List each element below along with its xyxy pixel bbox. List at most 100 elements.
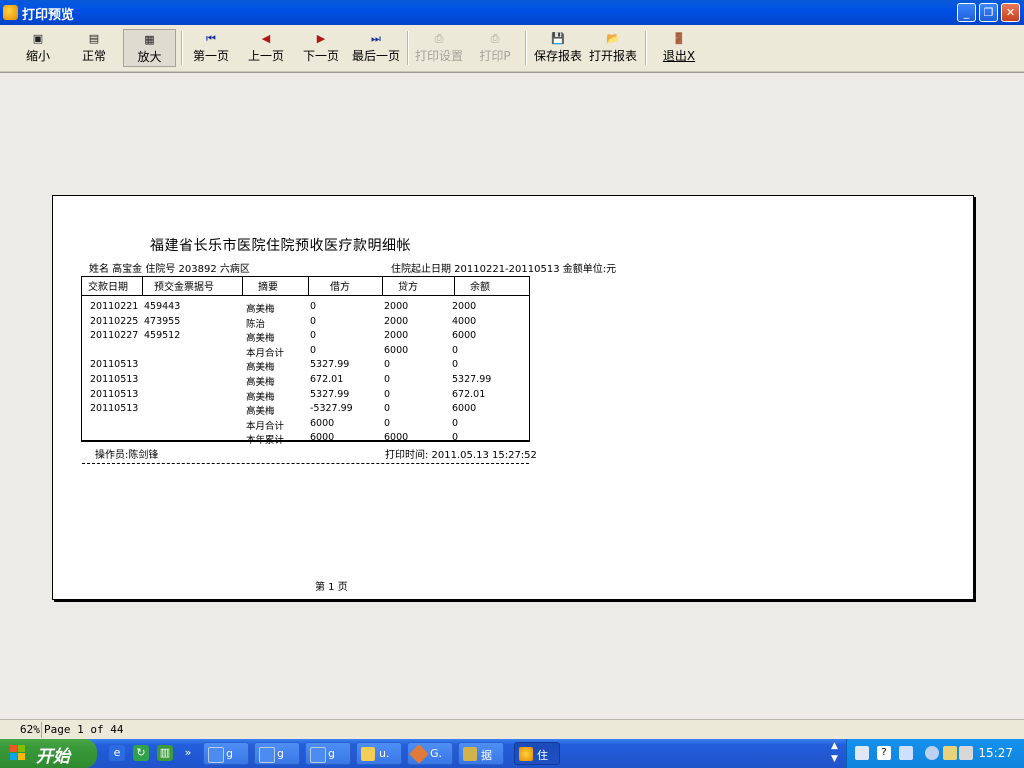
preview-area[interactable]: 福建省长乐市医院住院预收医疗款明细帐 姓名 高宝金 住院号 203892 六病区… <box>0 72 1024 720</box>
report-page: 福建省长乐市医院住院预收医疗款明细帐 姓名 高宝金 住院号 203892 六病区… <box>52 195 974 600</box>
start-label: 开始 <box>36 747 70 767</box>
table-cell: 5327.99 <box>310 388 350 400</box>
dashed-divider <box>82 463 529 464</box>
table-cell: 高美梅 <box>246 377 275 388</box>
print-setup-button[interactable]: ⎙ 打印设置 <box>413 29 465 67</box>
clock: 15:27 <box>978 746 1013 760</box>
normal-icon: ▤ <box>88 32 100 45</box>
table-cell: 459443 <box>144 301 181 312</box>
normal-button[interactable]: ▤ 正常 <box>72 29 116 67</box>
save-report-button[interactable]: 💾 保存报表 <box>531 29 585 67</box>
table-cell: 5327.99 <box>310 359 350 371</box>
table-cell: -5327.99 <box>310 403 353 415</box>
table-cell: 0 <box>384 417 391 429</box>
print-time: 打印时间: 2011.05.13 15:27:52 <box>385 450 537 461</box>
task-print-preview[interactable]: 住 <box>514 742 560 765</box>
keyboard-icon[interactable] <box>855 746 869 760</box>
last-page-button[interactable]: ⏭ 最后一页 <box>350 29 402 67</box>
nav-back-icon[interactable] <box>925 746 939 760</box>
prev-page-button[interactable]: ◀ 上一页 <box>244 29 288 67</box>
print-button[interactable]: ⎙ 打印P <box>474 29 516 67</box>
table-cell: 20110513 <box>90 374 139 385</box>
toolbar: ▣ 缩小 ▤ 正常 ▦ 放大 ⏮ 第一页 ◀ 上一页 ▶ 下一页 ⏭ 最后一页 … <box>0 25 1024 72</box>
open-folder-icon: 📂 <box>606 32 620 45</box>
table-cell: 20110227 <box>90 330 139 342</box>
table-cell: 0 <box>310 315 317 327</box>
page-number: 第 1 页 <box>315 582 348 593</box>
task-folder[interactable]: u. <box>356 742 402 765</box>
table-cell: 2000 <box>452 301 477 312</box>
zoom-level: 62% <box>20 723 40 736</box>
taskbar: 开始 e ↻ ▥ » g g g u. G. 据 住 ▲ ▼ ? 15:27 <box>0 739 1024 768</box>
task-app-g[interactable]: G. <box>407 742 453 765</box>
last-page-label: 最后一页 <box>351 49 400 63</box>
period-info: 住院起止日期 20110221-20110513 金额单位:元 <box>391 264 617 275</box>
zoom-in-button[interactable]: ▦ 放大 <box>123 29 176 67</box>
restore-tray-icon[interactable] <box>899 746 913 760</box>
start-button[interactable]: 开始 <box>0 739 97 768</box>
network-icon[interactable] <box>943 746 957 760</box>
task-label: g <box>328 747 335 760</box>
first-page-icon: ⏮ <box>206 32 216 45</box>
scroll-arrows-icon[interactable]: ▲ ▼ <box>831 740 843 767</box>
database-app-icon <box>463 747 477 761</box>
close-button[interactable]: ✕ <box>1001 3 1020 22</box>
task-label: g <box>226 747 233 760</box>
restore-button[interactable]: ❐ <box>979 3 998 22</box>
refresh-icon[interactable]: ↻ <box>133 745 149 761</box>
table-cell: 20110513 <box>90 403 139 415</box>
exit-button[interactable]: 🚪 退出X <box>658 29 700 67</box>
task-doc-3[interactable]: g <box>305 742 351 765</box>
title-bar: 打印预览 _ ❐ ✕ <box>0 0 1024 25</box>
diamond-app-icon <box>409 744 429 764</box>
table-cell: 0 <box>384 374 391 385</box>
prev-page-label: 上一页 <box>247 49 284 63</box>
next-page-button[interactable]: ▶ 下一页 <box>299 29 343 67</box>
zoom-out-icon: ▣ <box>32 32 44 45</box>
table-cell: 20110221 <box>90 301 139 312</box>
document-icon <box>208 747 224 763</box>
ie-icon[interactable]: e <box>109 745 125 761</box>
task-label: u. <box>379 747 390 760</box>
save-icon: 💾 <box>551 32 565 45</box>
chart-app-icon[interactable]: ▥ <box>157 745 173 761</box>
col-receipt: 预交金票据号 <box>154 282 214 293</box>
next-page-icon: ▶ <box>316 32 326 45</box>
table-cell: 高美梅 <box>246 333 275 345</box>
open-report-button[interactable]: 📂 打开报表 <box>587 29 639 67</box>
zoom-out-label: 缩小 <box>25 49 50 63</box>
col-summary: 摘要 <box>258 282 278 293</box>
zoom-out-button[interactable]: ▣ 缩小 <box>16 29 60 67</box>
task-app-data[interactable]: 据 <box>458 742 504 765</box>
table-cell: 高美梅 <box>246 362 275 374</box>
table-cell: 高美梅 <box>246 391 275 403</box>
printer-icon: ⎙ <box>490 32 500 45</box>
save-report-label: 保存报表 <box>533 49 582 63</box>
print-label: 打印P <box>479 49 511 63</box>
patient-info: 姓名 高宝金 住院号 203892 六病区 <box>89 264 250 275</box>
table-cell: 20110513 <box>90 359 139 371</box>
table-cell: 0 <box>384 403 391 415</box>
table-cell: 0 <box>452 344 459 356</box>
task-doc-2[interactable]: g <box>254 742 300 765</box>
task-label: 据 <box>481 749 492 762</box>
zoom-in-icon: ▦ <box>144 33 155 46</box>
help-icon[interactable]: ? <box>877 746 891 760</box>
col-debit: 借方 <box>330 282 350 293</box>
table-cell: 6000 <box>310 417 335 429</box>
table-cell: 0 <box>310 344 317 356</box>
table-header: 交款日期 预交金票据号 摘要 借方 贷方 余额 <box>82 277 529 296</box>
volume-icon[interactable] <box>959 746 973 760</box>
page-indicator: Page 1 of 44 <box>44 723 124 736</box>
table-cell: 本月合计 <box>246 347 285 359</box>
first-page-button[interactable]: ⏮ 第一页 <box>188 29 234 67</box>
windows-flag-icon <box>10 745 25 760</box>
table-cell: 本月合计 <box>246 420 285 432</box>
task-doc-1[interactable]: g <box>203 742 249 765</box>
more-icon[interactable]: » <box>180 745 196 761</box>
task-label: 住 <box>537 749 548 762</box>
minimize-button[interactable]: _ <box>957 3 976 22</box>
last-page-icon: ⏭ <box>371 32 381 45</box>
folder-icon <box>361 747 375 761</box>
prev-page-icon: ◀ <box>261 32 271 45</box>
